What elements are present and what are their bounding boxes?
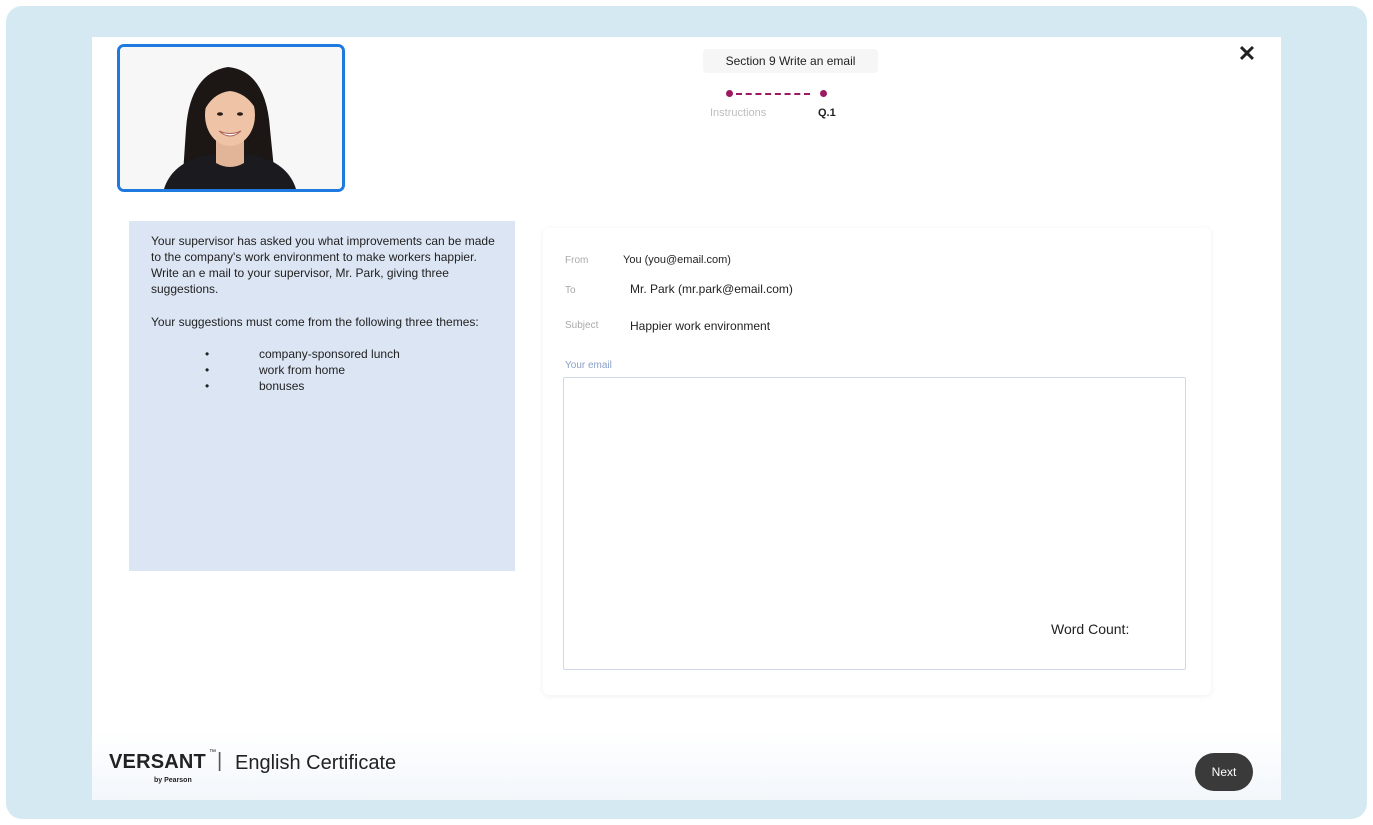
theme-label: work from home	[259, 363, 346, 377]
bullet-icon: •	[205, 347, 210, 361]
test-taker-avatar	[120, 47, 342, 189]
progress-connector	[736, 93, 810, 95]
prompt-panel: Your supervisor has asked you what impro…	[129, 221, 515, 571]
from-label: From	[565, 255, 589, 266]
brand-separator: |	[217, 750, 223, 772]
next-button[interactable]: Next	[1195, 753, 1253, 791]
theme-item: • bonuses	[151, 378, 493, 394]
email-body-label: Your email	[565, 360, 612, 371]
subject-value: Happier work environment	[630, 319, 771, 333]
themes-list: • company-sponsored lunch • work from home…	[151, 346, 493, 394]
prompt-instructions: Your supervisor has asked you what impro…	[151, 234, 495, 296]
theme-item: • work from home	[151, 362, 493, 378]
brand-product: English Certificate	[235, 752, 397, 774]
section-title: Section 9 Write an email	[703, 49, 878, 73]
theme-item: • company-sponsored lunch	[151, 346, 493, 362]
email-composer: From You (you@email.com) To Mr. Park (mr…	[543, 228, 1211, 695]
brand-trademark: ™	[209, 749, 216, 756]
brand-sub: by Pearson	[154, 777, 192, 784]
word-count-label: Word Count:	[1051, 621, 1130, 637]
app-window: ✕ Section 9 Write an email Instructions …	[92, 37, 1281, 800]
step-label-instructions: Instructions	[710, 107, 767, 119]
subject-label: Subject	[565, 320, 599, 331]
brand-name: VERSANT	[109, 751, 206, 773]
to-label: To	[565, 285, 576, 296]
from-value: You (you@email.com)	[623, 254, 731, 266]
theme-label: bonuses	[259, 379, 305, 393]
close-button[interactable]: ✕	[1236, 41, 1258, 67]
progress-dot-q1	[820, 90, 827, 97]
progress-indicator: Instructions Q.1	[710, 88, 836, 128]
bullet-icon: •	[205, 363, 210, 377]
progress-dot-instructions	[726, 90, 733, 97]
prompt-themes-intro: Your suggestions must come from the foll…	[151, 315, 479, 329]
webcam-video	[117, 44, 345, 192]
step-label-q1: Q.1	[818, 107, 836, 119]
to-value: Mr. Park (mr.park@email.com)	[630, 282, 793, 296]
close-icon: ✕	[1237, 41, 1257, 66]
theme-label: company-sponsored lunch	[259, 347, 400, 361]
bullet-icon: •	[205, 379, 210, 393]
